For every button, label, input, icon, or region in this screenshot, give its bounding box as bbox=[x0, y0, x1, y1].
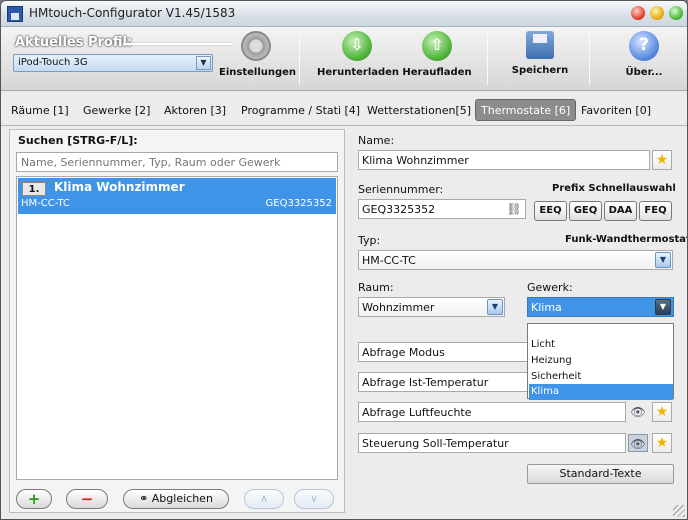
room-dropdown-arrow-icon[interactable]: ▼ bbox=[487, 299, 503, 315]
eye-icon[interactable]: 👁 bbox=[628, 403, 648, 421]
thermostat-list[interactable]: 1. Klima Wohnzimmer HM-CC-TC GEQ3325352 bbox=[16, 176, 338, 480]
trade-dropdown-arrow-icon[interactable]: ▼ bbox=[655, 299, 671, 315]
move-up-button[interactable]: ∧ bbox=[244, 489, 284, 509]
upload-button[interactable]: ⇧ Heraufladen bbox=[401, 31, 473, 87]
tab-programs[interactable]: Programme / Stati [4] bbox=[237, 99, 364, 121]
scan-icon[interactable]: ⛓ bbox=[504, 200, 524, 218]
save-label: Speichern bbox=[511, 65, 569, 76]
upload-label: Heraufladen bbox=[402, 67, 472, 78]
tab-actuators[interactable]: Aktoren [3] bbox=[160, 99, 230, 121]
list-item-serial: GEQ3325352 bbox=[265, 198, 332, 209]
query-actual-temperature-field[interactable]: Abfrage Ist-Temperatur bbox=[358, 372, 528, 392]
search-label: Suchen [STRG-F/L]: bbox=[18, 134, 138, 147]
toolbar-separator bbox=[589, 31, 590, 85]
serial-field[interactable]: GEQ3325352 bbox=[358, 199, 526, 219]
minus-icon: − bbox=[80, 490, 94, 508]
prefix-geq-button[interactable]: GEQ bbox=[569, 201, 602, 221]
download-label: Herunterladen bbox=[317, 67, 400, 78]
app-window: HMtouch-Configurator V1.45/1583 Aktuelle… bbox=[0, 0, 688, 520]
prefix-label: Prefix Schnellauswahl bbox=[552, 183, 676, 194]
tab-thermostats[interactable]: Thermostate [6] bbox=[475, 99, 577, 121]
about-label: Über... bbox=[625, 67, 663, 78]
type-select[interactable]: HM-CC-TC bbox=[358, 250, 673, 270]
standard-texts-button[interactable]: Standard-Texte bbox=[527, 464, 674, 484]
serial-label: Seriennummer: bbox=[358, 183, 444, 196]
trade-option-climate[interactable]: Klima bbox=[529, 384, 673, 400]
add-button[interactable]: + bbox=[16, 489, 52, 509]
star-icon[interactable]: ★ bbox=[652, 150, 672, 170]
set-target-temperature-field[interactable]: Steuerung Soll-Temperatur bbox=[358, 433, 626, 453]
app-icon bbox=[7, 6, 23, 22]
prefix-eeq-button[interactable]: EEQ bbox=[534, 201, 567, 221]
name-label: Name: bbox=[358, 134, 395, 147]
thermostat-list-panel: Suchen [STRG-F/L]: 1. Klima Wohnzimmer H… bbox=[9, 129, 345, 513]
query-humidity-field[interactable]: Abfrage Luftfeuchte bbox=[358, 402, 626, 422]
list-item-type: HM-CC-TC bbox=[21, 198, 70, 209]
download-icon: ⇩ bbox=[342, 31, 372, 61]
tab-favorites[interactable]: Favoriten [0] bbox=[577, 99, 655, 121]
tab-bar: Räume [1] Gewerke [2] Aktoren [3] Progra… bbox=[1, 99, 687, 123]
window-title: HMtouch-Configurator V1.45/1583 bbox=[29, 6, 236, 20]
query-mode-field[interactable]: Abfrage Modus bbox=[358, 342, 528, 362]
star-icon[interactable]: ★ bbox=[652, 402, 672, 422]
sync-label: Abgleichen bbox=[151, 492, 213, 505]
list-item[interactable]: 1. Klima Wohnzimmer HM-CC-TC GEQ3325352 bbox=[18, 178, 336, 214]
profile-label: Aktuelles Profil: bbox=[15, 35, 133, 50]
eye-icon[interactable]: 👁 bbox=[628, 434, 648, 452]
remove-button[interactable]: − bbox=[66, 489, 108, 509]
toolbar-separator bbox=[299, 31, 300, 85]
sync-icon: ⚭ bbox=[139, 492, 152, 505]
room-label: Raum: bbox=[358, 281, 394, 294]
about-button[interactable]: ? Über... bbox=[611, 31, 677, 87]
profile-dropdown-arrow-icon[interactable]: ▼ bbox=[196, 56, 211, 70]
prefix-feq-button[interactable]: FEQ bbox=[639, 201, 672, 221]
tab-divider bbox=[1, 125, 687, 126]
title-bar: HMtouch-Configurator V1.45/1583 bbox=[1, 1, 687, 27]
star-icon[interactable]: ★ bbox=[652, 433, 672, 453]
download-button[interactable]: ⇩ Herunterladen bbox=[317, 31, 400, 87]
trade-dropdown-list[interactable]: Licht Heizung Sicherheit Klima bbox=[527, 323, 674, 400]
settings-button[interactable]: Einstellungen bbox=[219, 31, 297, 87]
room-select[interactable]: Wohnzimmer bbox=[358, 297, 505, 317]
trade-select[interactable]: Klima bbox=[527, 297, 674, 317]
tab-trades[interactable]: Gewerke [2] bbox=[79, 99, 154, 121]
list-item-index: 1. bbox=[22, 182, 46, 196]
trade-label: Gewerk: bbox=[527, 281, 573, 294]
tab-weather-stations[interactable]: Wetterstationen[5] bbox=[363, 99, 475, 121]
minimize-window-button[interactable] bbox=[650, 6, 664, 20]
name-field[interactable]: Klima Wohnzimmer bbox=[358, 150, 650, 170]
settings-label: Einstellungen bbox=[219, 67, 297, 78]
resize-grip-icon[interactable] bbox=[673, 505, 685, 517]
toolbar-separator bbox=[487, 31, 488, 85]
maximize-window-button[interactable] bbox=[669, 6, 683, 20]
trade-option-heating[interactable]: Heizung bbox=[529, 353, 673, 369]
trade-option-security[interactable]: Sicherheit bbox=[529, 369, 673, 385]
floppy-disk-icon bbox=[526, 31, 554, 59]
chevron-up-icon: ∧ bbox=[259, 492, 269, 505]
trade-option-light[interactable]: Licht bbox=[529, 337, 673, 353]
profile-divider bbox=[123, 43, 233, 45]
help-icon: ? bbox=[629, 31, 659, 61]
save-button[interactable]: Speichern bbox=[505, 31, 575, 87]
search-input[interactable] bbox=[16, 152, 338, 172]
type-label: Typ: bbox=[358, 234, 381, 247]
prefix-daa-button[interactable]: DAA bbox=[604, 201, 637, 221]
toolbar: Aktuelles Profil: iPod-Touch 3G ▼ Einste… bbox=[1, 27, 687, 91]
move-down-button[interactable]: ∨ bbox=[294, 489, 334, 509]
tab-rooms[interactable]: Räume [1] bbox=[7, 99, 73, 121]
list-item-name: Klima Wohnzimmer bbox=[54, 180, 185, 194]
plus-icon: + bbox=[27, 490, 41, 508]
sync-button[interactable]: ⚭ Abgleichen bbox=[123, 489, 229, 509]
gear-icon bbox=[241, 31, 271, 61]
profile-select[interactable]: iPod-Touch 3G bbox=[13, 54, 213, 72]
type-caption: Funk-Wandthermostat bbox=[565, 234, 688, 245]
chevron-down-icon: ∨ bbox=[309, 492, 319, 505]
type-dropdown-arrow-icon[interactable]: ▼ bbox=[655, 252, 671, 268]
close-window-button[interactable] bbox=[631, 6, 645, 20]
upload-icon: ⇧ bbox=[422, 31, 452, 61]
